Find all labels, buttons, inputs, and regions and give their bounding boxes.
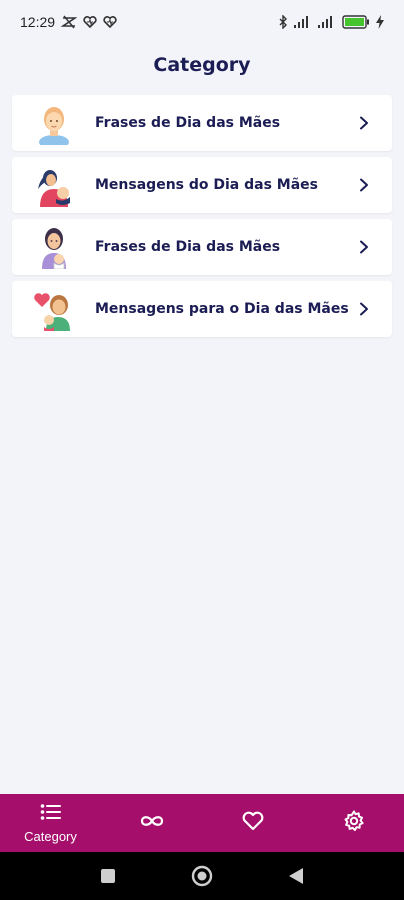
home-icon	[191, 865, 213, 887]
mother-with-child-icon	[30, 223, 78, 271]
category-label: Mensagens para o Dia das Mães	[95, 301, 349, 317]
category-label: Mensagens do Dia das Mães	[95, 177, 319, 193]
signal-icon	[318, 16, 336, 28]
mother-face-icon	[30, 99, 78, 147]
nav-item-infinity[interactable]	[112, 794, 192, 852]
chevron-right-icon	[350, 295, 378, 323]
status-left: 12:29	[20, 14, 117, 30]
signal-icon	[294, 16, 312, 28]
status-time: 12:29	[20, 14, 56, 30]
charging-icon	[376, 15, 384, 29]
battery-icon	[342, 15, 370, 29]
bluetooth-icon	[278, 15, 288, 29]
category-item[interactable]: Mensagens para o Dia das Mães	[12, 281, 392, 337]
chevron-right-icon	[350, 109, 378, 137]
chevron-right-icon	[350, 233, 378, 261]
back-icon	[289, 868, 303, 884]
chevron-right-icon	[350, 171, 378, 199]
data-saver-icon	[61, 15, 78, 29]
nav-item-category[interactable]: Category	[11, 794, 91, 852]
heart-icon	[242, 811, 264, 836]
list-icon	[40, 803, 62, 826]
category-list: Frases de Dia das Mães Mensagens do Dia …	[12, 95, 392, 337]
status-right	[278, 15, 384, 29]
mother-child-heart-icon	[30, 285, 78, 333]
gear-icon	[343, 810, 365, 837]
system-nav-bar	[0, 852, 404, 900]
recents-icon	[101, 869, 115, 883]
heart-notification-icon	[103, 16, 117, 28]
category-item[interactable]: Frases de Dia das Mães	[12, 95, 392, 151]
nav-item-settings[interactable]	[314, 794, 394, 852]
header: Category	[0, 44, 404, 86]
mother-holding-baby-icon	[30, 161, 78, 209]
category-item[interactable]: Frases de Dia das Mães	[12, 219, 392, 275]
category-label: Frases de Dia das Mães	[95, 239, 281, 255]
home-button[interactable]	[190, 864, 214, 888]
nav-item-favorites[interactable]	[213, 794, 293, 852]
heart-notification-icon	[83, 16, 97, 28]
category-label: Frases de Dia das Mães	[95, 115, 281, 131]
infinity-icon	[139, 814, 165, 833]
recents-button[interactable]	[96, 864, 120, 888]
bottom-nav: Category	[0, 794, 404, 852]
nav-label-category: Category	[24, 828, 77, 844]
category-item[interactable]: Mensagens do Dia das Mães	[12, 157, 392, 213]
page-title: Category	[153, 54, 251, 76]
status-bar: 12:29	[0, 0, 404, 44]
back-button[interactable]	[284, 864, 308, 888]
